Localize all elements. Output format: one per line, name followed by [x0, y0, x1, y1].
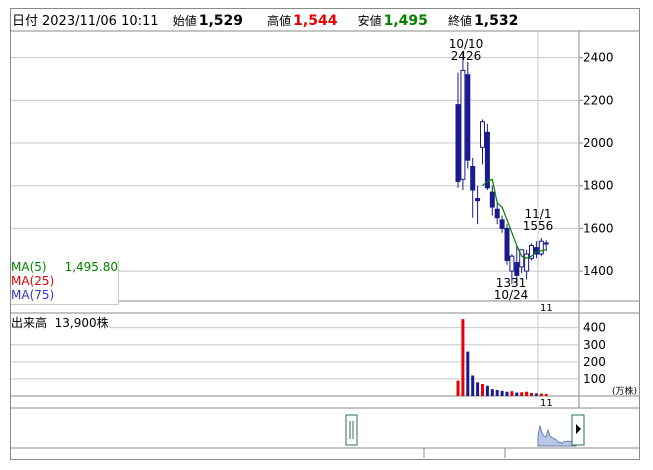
navigator-area	[537, 425, 577, 447]
candle-body	[543, 242, 549, 245]
candle-body	[499, 219, 505, 229]
candle-body	[514, 262, 520, 276]
date-tick-label: 11	[540, 303, 553, 314]
candle-body	[538, 240, 544, 255]
ma5-value: 1,495.80	[64, 260, 118, 274]
volume-bar	[485, 385, 489, 396]
price-tick-label: 1800	[583, 179, 614, 193]
candle-body	[465, 74, 471, 161]
price-tick-label: 1600	[583, 221, 614, 235]
candle-body	[475, 198, 481, 202]
date-tick-label: 11	[540, 398, 553, 409]
price-tick-label: 1400	[583, 264, 614, 278]
volume-bar	[520, 392, 524, 396]
candle-body	[484, 131, 490, 189]
volume-bar	[461, 319, 465, 396]
candle-body	[455, 104, 461, 182]
candle-body	[460, 69, 466, 180]
volume-bar	[534, 393, 538, 396]
candle-body	[509, 255, 515, 272]
volume-bar	[495, 390, 499, 396]
volume-bar	[525, 391, 529, 396]
volume-unit-label: (万株)	[612, 385, 637, 397]
high-value-label: 2426	[451, 49, 482, 63]
volume-bar	[515, 392, 519, 396]
volume-tick-label: 100	[583, 372, 606, 386]
ma25-label: MA(25)	[11, 274, 55, 288]
volume-value: 13,900株	[54, 316, 109, 330]
volume-bar	[510, 391, 514, 396]
volume-bar	[530, 392, 533, 396]
volume-bar	[481, 384, 484, 396]
volume-bar	[505, 391, 509, 396]
volume-bar	[500, 390, 504, 396]
volume-bar	[539, 393, 543, 396]
ma75-label: MA(75)	[11, 288, 55, 302]
recent-high-value-label: 1556	[523, 219, 554, 233]
volume-legend: 出来高 13,900株	[11, 316, 109, 330]
volume-tick-label: 400	[583, 321, 606, 335]
ma5-row: MA(5) 1,495.80	[11, 260, 118, 274]
navigator-left-handle[interactable]	[345, 414, 358, 446]
price-tick-label: 2200	[583, 93, 614, 107]
candle-body	[504, 227, 510, 261]
candle-body	[524, 253, 530, 272]
volume-bar	[544, 393, 548, 396]
volume-tick-label: 300	[583, 338, 606, 352]
candle-body	[494, 208, 500, 219]
range-navigator	[11, 414, 640, 458]
candle-body	[470, 166, 476, 191]
price-tick-label: 2000	[583, 136, 614, 150]
volume-bar	[471, 375, 475, 396]
ma5-label: MA(5)	[11, 260, 47, 274]
volume-bar	[476, 382, 480, 396]
volume-label: 出来高	[11, 316, 48, 330]
candle-body	[489, 191, 495, 208]
candle-body	[480, 121, 485, 148]
volume-bar	[466, 351, 470, 396]
stock-chart: 140016001800200022002400111110/10242611/…	[11, 30, 640, 458]
price-tick-label: 2400	[583, 51, 614, 65]
ma-legend: MA(5) 1,495.80 MA(25) MA(75)	[11, 260, 119, 305]
low-date-label: 10/24	[494, 288, 529, 302]
volume-tick-label: 200	[583, 355, 606, 369]
volume-bar	[456, 380, 460, 396]
volume-bar	[490, 389, 494, 396]
